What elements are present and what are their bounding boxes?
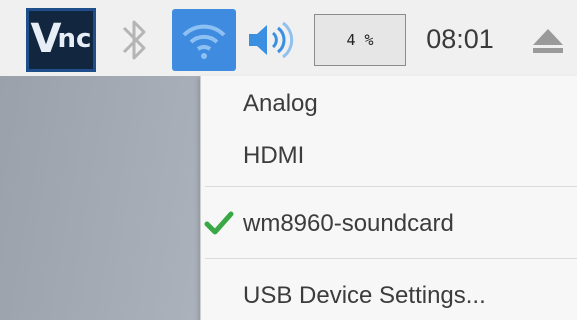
menu-item-hdmi[interactable]: HDMI: [243, 136, 304, 176]
menu-separator: [205, 186, 577, 187]
cpu-usage-monitor[interactable]: 4 %: [314, 14, 406, 66]
vnc-logo-text-small: nc: [57, 24, 92, 54]
check-icon: [201, 208, 237, 238]
taskbar: Vnc 4 % 08:01: [0, 0, 577, 76]
vnc-server-icon[interactable]: Vnc: [26, 8, 96, 72]
wifi-icon[interactable]: [172, 9, 236, 71]
audio-output-menu: Analog HDMI wm8960-soundcard USB Device …: [200, 76, 577, 320]
bluetooth-icon[interactable]: [116, 14, 152, 66]
clock[interactable]: 08:01: [420, 22, 500, 56]
eject-icon[interactable]: [530, 26, 566, 56]
menu-item-analog[interactable]: Analog: [243, 84, 318, 124]
menu-item-usb-device-settings[interactable]: USB Device Settings...: [243, 276, 486, 316]
volume-icon[interactable]: [245, 20, 299, 60]
menu-item-wm8960-soundcard[interactable]: wm8960-soundcard: [243, 204, 454, 244]
menu-separator: [205, 258, 577, 259]
vnc-logo-text: V: [30, 16, 62, 62]
